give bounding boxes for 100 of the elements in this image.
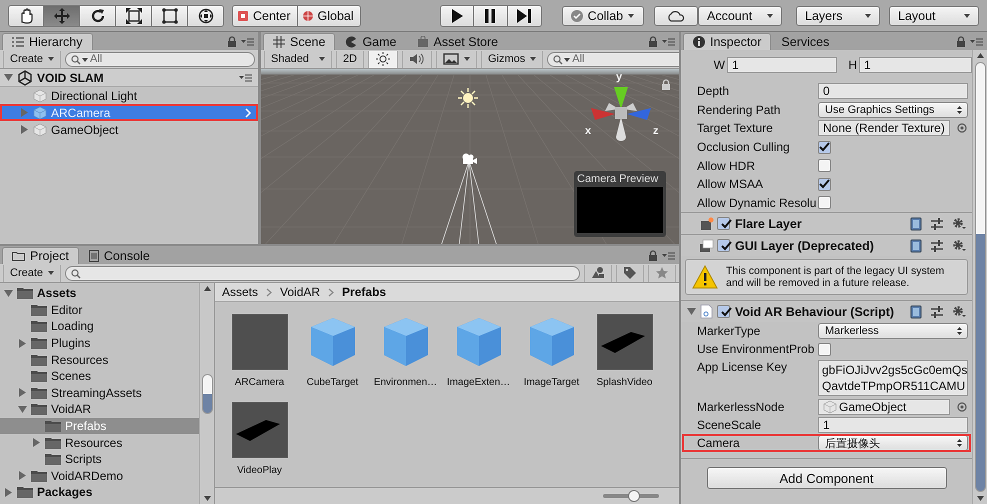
checkbox[interactable] (818, 196, 831, 210)
sliders-icon[interactable] (931, 240, 943, 252)
tool-button[interactable] (8, 4, 44, 26)
folder-item[interactable]: VoidAR (0, 401, 199, 418)
object-field[interactable]: GameObject (818, 399, 950, 416)
shading-dropdown[interactable]: Shaded (264, 50, 332, 68)
scrollbar-thumb[interactable] (974, 62, 986, 492)
effects-toggle[interactable] (436, 50, 477, 68)
dropdown[interactable]: Use Graphics Settings (818, 102, 968, 118)
tool-button[interactable] (116, 4, 152, 26)
tool-button[interactable] (80, 4, 116, 26)
folder-item[interactable]: Resources (0, 351, 199, 368)
checkbox[interactable] (717, 305, 730, 318)
lock-icon[interactable] (648, 250, 658, 261)
panel-tab[interactable]: Console (78, 247, 160, 264)
disclosure-triangle-icon[interactable] (687, 307, 696, 316)
scrollbar-thumb[interactable] (202, 374, 212, 414)
text-area[interactable]: gbFiOJiJvv2gs5cGc0emQs QavtdeTPmpOR511CAMU (818, 360, 968, 396)
disclosure-triangle-icon[interactable] (4, 288, 13, 298)
tool-button[interactable] (188, 4, 224, 26)
hierarchy-item[interactable]: GameObject (0, 121, 258, 138)
disclosure-triangle-icon[interactable] (4, 73, 13, 82)
folder-item[interactable]: Resources (0, 434, 199, 451)
filter-button[interactable] (584, 264, 612, 282)
menu-icon[interactable] (241, 36, 254, 47)
menu-icon[interactable] (662, 36, 675, 47)
sliders-icon[interactable] (931, 306, 943, 318)
space-button[interactable]: Global (298, 4, 361, 26)
disclosure-triangle-icon[interactable] (32, 438, 41, 448)
breadcrumb-link[interactable]: VoidAR (280, 285, 320, 299)
folder-item[interactable]: Loading (0, 318, 199, 335)
lock-icon[interactable] (227, 36, 237, 47)
disclosure-triangle-icon[interactable] (20, 125, 29, 134)
panel-tab[interactable]: Hierarchy (2, 33, 92, 50)
asset-name[interactable]: Environmen… (374, 377, 438, 388)
disclosure-triangle-icon[interactable] (18, 471, 27, 480)
folder-item[interactable]: Packages (0, 484, 199, 501)
pause-button[interactable] (474, 4, 508, 26)
panel-tab[interactable]: Scene (263, 33, 336, 50)
text-field[interactable]: 1 (818, 417, 968, 434)
account-dropdown[interactable]: Account (698, 6, 782, 26)
asset-name[interactable]: SplashVideo (596, 377, 652, 388)
hierarchy-item[interactable]: Directional Light (0, 87, 258, 104)
plane-thumbnail[interactable] (596, 314, 652, 370)
step-button[interactable] (508, 4, 542, 26)
folder-item[interactable]: Plugins (0, 334, 199, 352)
folder-item[interactable]: Editor (0, 302, 199, 318)
scroll-up-icon[interactable] (976, 53, 984, 58)
scroll-down-icon[interactable] (976, 496, 984, 501)
tool-button[interactable] (152, 4, 188, 26)
text-field[interactable]: 0 (818, 83, 968, 100)
checkbox[interactable] (818, 178, 831, 191)
pivot-button[interactable]: Center (232, 4, 298, 26)
folder-item[interactable]: Scenes (0, 368, 199, 385)
asset-name[interactable]: VideoPlay (237, 465, 282, 476)
disclosure-triangle-icon[interactable] (18, 338, 27, 348)
object-picker-icon[interactable] (957, 402, 967, 412)
scrollbar[interactable] (199, 283, 214, 504)
gear-icon[interactable] (952, 217, 966, 230)
search-field[interactable] (65, 266, 580, 280)
audio-toggle[interactable] (402, 50, 432, 68)
checkbox[interactable] (717, 239, 730, 252)
search-field[interactable]: All (547, 52, 679, 66)
layout-dropdown[interactable]: Layout (889, 6, 979, 26)
search-field[interactable]: All (65, 52, 255, 66)
gear-icon[interactable] (952, 305, 966, 318)
panel-tab[interactable]: Project (2, 247, 79, 264)
disclosure-triangle-icon[interactable] (4, 488, 13, 497)
checkbox[interactable] (717, 217, 730, 230)
asset-name[interactable]: CubeTarget (306, 377, 358, 388)
object-picker-icon[interactable] (957, 123, 967, 134)
folder-item[interactable]: VoidARDemo (0, 468, 199, 484)
lock-icon[interactable] (956, 36, 966, 47)
help-book-icon[interactable] (910, 216, 922, 231)
breadcrumb-link[interactable]: Prefabs (342, 285, 386, 299)
layers-dropdown[interactable]: Layers (796, 6, 880, 26)
disclosure-triangle-icon[interactable] (18, 388, 27, 398)
menu-icon[interactable] (239, 72, 252, 83)
dropdown[interactable]: Markerless (818, 323, 968, 340)
sliders-icon[interactable] (931, 218, 943, 230)
panel-tab[interactable]: Inspector (683, 33, 772, 50)
asset-name[interactable]: ImageTarget (524, 377, 580, 388)
folder-item[interactable]: Assets (0, 285, 199, 302)
lock-icon[interactable] (661, 79, 671, 90)
panel-tab[interactable]: Game (335, 33, 406, 50)
scroll-up-icon[interactable] (204, 286, 210, 291)
checkbox[interactable] (818, 159, 831, 172)
panel-tab[interactable]: Asset Store (406, 33, 508, 50)
create-dropdown[interactable]: Create (3, 264, 62, 282)
object-field[interactable]: None (Render Texture) (818, 120, 950, 136)
folder-item[interactable]: StreamingAssets (0, 384, 199, 402)
folder-item[interactable]: Scripts (0, 450, 199, 468)
scroll-down-icon[interactable] (204, 496, 210, 501)
lock-icon[interactable] (648, 36, 658, 47)
tool-button[interactable] (44, 4, 80, 26)
checkbox[interactable] (818, 342, 831, 356)
collab-button[interactable]: Collab (562, 6, 644, 26)
filter-button[interactable] (648, 264, 676, 282)
menu-icon[interactable] (970, 36, 983, 47)
2d-toggle[interactable]: 2D (336, 50, 364, 68)
